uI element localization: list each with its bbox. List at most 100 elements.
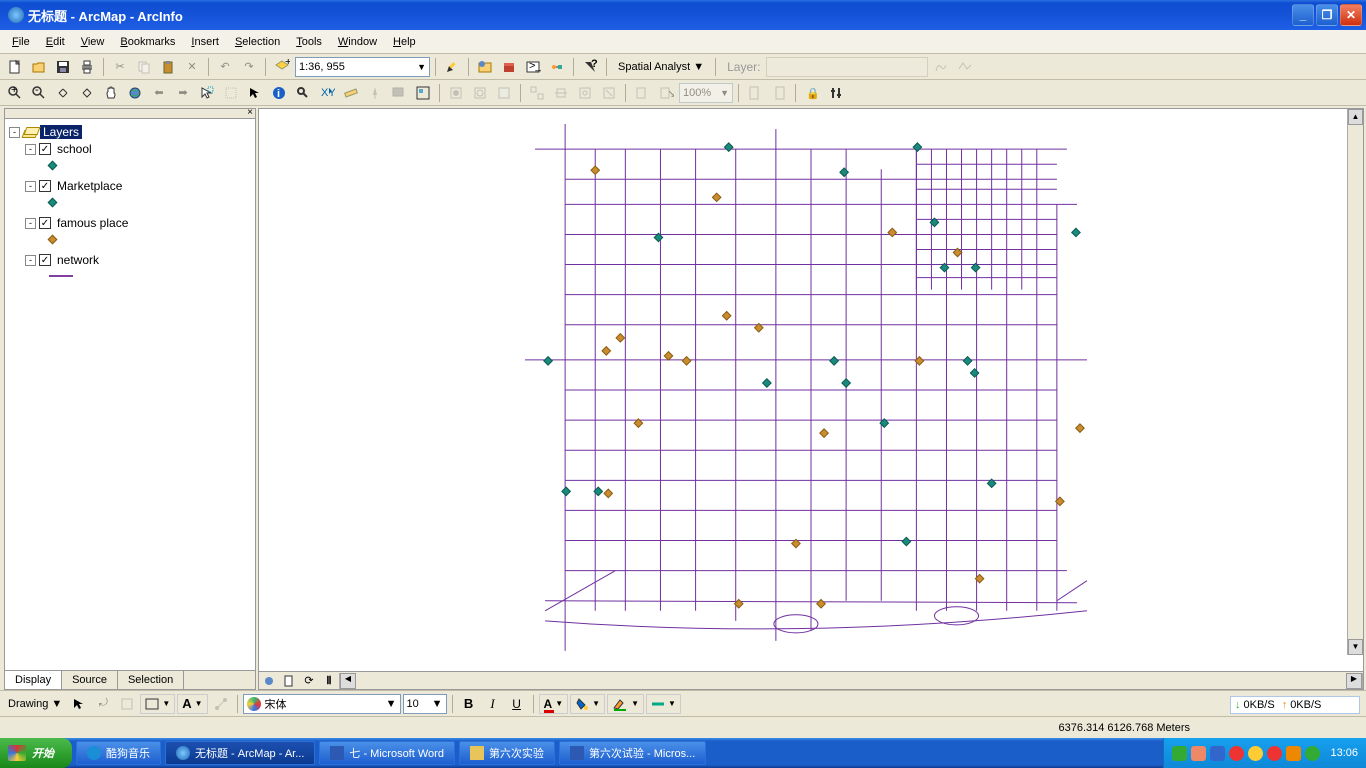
lock-icon[interactable]: 🔒 <box>801 82 823 104</box>
clear-selection-icon[interactable] <box>220 82 242 104</box>
contour-icon[interactable] <box>954 56 976 78</box>
rotate-icon[interactable]: ⤾ <box>92 693 114 715</box>
next-extent-icon[interactable]: ➡ <box>172 82 194 104</box>
clock[interactable]: 13:06 <box>1330 747 1358 759</box>
zoom-to-selected-icon[interactable] <box>116 693 138 715</box>
vertical-scrollbar[interactable]: ▲ ▼ <box>1347 109 1363 655</box>
tray-icon[interactable] <box>1172 746 1187 761</box>
rectangle-tool[interactable]: ▼ <box>140 694 175 714</box>
expand-icon[interactable]: - <box>25 218 36 229</box>
measure-icon[interactable] <box>340 82 362 104</box>
effects-1-icon[interactable] <box>445 82 467 104</box>
fixed-zoom-out-icon[interactable] <box>76 82 98 104</box>
delete-icon[interactable]: ✕ <box>181 56 203 78</box>
start-button[interactable]: 开始 <box>0 738 72 768</box>
prev-extent-icon[interactable]: ⬅ <box>148 82 170 104</box>
task-word1[interactable]: 七 - Microsoft Word <box>319 741 455 765</box>
hyperlink-icon[interactable] <box>364 82 386 104</box>
menu-view[interactable]: View <box>73 33 113 51</box>
data-view-icon[interactable] <box>261 674 277 688</box>
tray-icon[interactable] <box>1210 746 1225 761</box>
layer-famous-place[interactable]: famous place <box>55 216 130 230</box>
toc-tree[interactable]: - Layers - ✓ school - ✓ Marketplace - ✓ … <box>5 119 255 670</box>
toc-tab-source[interactable]: Source <box>62 671 118 689</box>
layer-school[interactable]: school <box>55 142 94 156</box>
page-next-icon[interactable] <box>768 82 790 104</box>
open-icon[interactable] <box>28 56 50 78</box>
toc-root-label[interactable]: Layers <box>40 125 82 139</box>
layer-combo[interactable] <box>766 57 928 77</box>
horizontal-scrollbar[interactable]: ◀▶ <box>339 673 1363 689</box>
tray-icon[interactable] <box>1248 746 1263 761</box>
expand-icon[interactable]: - <box>9 127 20 138</box>
menu-edit[interactable]: Edit <box>38 33 73 51</box>
find-icon[interactable] <box>292 82 314 104</box>
new-icon[interactable] <box>4 56 26 78</box>
marker-color-icon[interactable]: ▼ <box>646 694 681 714</box>
layer-network[interactable]: network <box>55 253 101 267</box>
menu-selection[interactable]: Selection <box>227 33 288 51</box>
layer-checkbox[interactable]: ✓ <box>39 180 51 192</box>
tray-icon[interactable] <box>1305 746 1320 761</box>
task-folder[interactable]: 第六次实验 <box>459 741 555 765</box>
add-data-icon[interactable]: + <box>271 56 293 78</box>
select-elements-icon[interactable] <box>68 693 90 715</box>
underline-icon[interactable]: U <box>506 693 528 715</box>
histogram-icon[interactable] <box>930 56 952 78</box>
arccatalog-icon[interactable] <box>474 56 496 78</box>
refresh-icon[interactable]: ⟳ <box>301 674 317 688</box>
pan-icon[interactable] <box>100 82 122 104</box>
save-icon[interactable] <box>52 56 74 78</box>
menu-file[interactable]: File <box>4 33 38 51</box>
editor-toolbar-icon[interactable] <box>441 56 463 78</box>
select-elements-icon[interactable] <box>244 82 266 104</box>
georef-3-icon[interactable] <box>574 82 596 104</box>
edit-vertices-icon[interactable] <box>210 693 232 715</box>
font-size-combo[interactable]: 10▼ <box>403 694 447 714</box>
scale-combo[interactable]: 1:36, 955▼ <box>295 57 430 77</box>
goto-xy-icon[interactable]: XY <box>316 82 338 104</box>
effects-3-icon[interactable] <box>493 82 515 104</box>
menu-help[interactable]: Help <box>385 33 424 51</box>
menu-insert[interactable]: Insert <box>183 33 227 51</box>
adjust-icon[interactable] <box>825 82 847 104</box>
expand-icon[interactable]: - <box>25 144 36 155</box>
layer-checkbox[interactable]: ✓ <box>39 217 51 229</box>
paste-icon[interactable] <box>157 56 179 78</box>
layer-checkbox[interactable]: ✓ <box>39 254 51 266</box>
html-popup-icon[interactable] <box>388 82 410 104</box>
viewer-window-icon[interactable] <box>412 82 434 104</box>
tray-icon[interactable] <box>1267 746 1282 761</box>
task-word2[interactable]: 第六次试验 - Micros... <box>559 741 706 765</box>
tray-icon[interactable] <box>1286 746 1301 761</box>
georef-2-icon[interactable] <box>550 82 572 104</box>
toc-close-icon[interactable]: × <box>247 107 253 118</box>
italic-icon[interactable]: I <box>482 693 504 715</box>
help-icon[interactable]: ? <box>579 56 601 78</box>
spatial-analyst-menu[interactable]: Spatial Analyst ▼ <box>612 61 710 73</box>
pause-icon[interactable]: Ⅱ <box>321 674 337 688</box>
command-line-icon[interactable]: >_ <box>522 56 544 78</box>
tray-icon[interactable] <box>1229 746 1244 761</box>
arctoolbox-icon[interactable] <box>498 56 520 78</box>
zoom-out-icon[interactable]: - <box>28 82 50 104</box>
bold-icon[interactable]: B <box>458 693 480 715</box>
expand-icon[interactable]: - <box>25 255 36 266</box>
page-prev-icon[interactable] <box>744 82 766 104</box>
undo-icon[interactable]: ↶ <box>214 56 236 78</box>
zoom-pct-combo[interactable]: 100%▼ <box>679 83 733 103</box>
identify-icon[interactable]: i <box>268 82 290 104</box>
font-color-icon[interactable]: A▼ <box>539 694 569 714</box>
menu-bookmarks[interactable]: Bookmarks <box>112 33 183 51</box>
copy-icon[interactable] <box>133 56 155 78</box>
georef-4-icon[interactable] <box>598 82 620 104</box>
menu-window[interactable]: Window <box>330 33 385 51</box>
layout-zoom-in-icon[interactable] <box>631 82 653 104</box>
fill-color-icon[interactable]: ▼ <box>570 694 605 714</box>
line-color-icon[interactable]: ▼ <box>607 694 644 714</box>
font-combo[interactable]: 宋体▼ <box>243 694 401 714</box>
layer-checkbox[interactable]: ✓ <box>39 143 51 155</box>
tray-icon[interactable] <box>1191 746 1206 761</box>
model-builder-icon[interactable] <box>546 56 568 78</box>
map-view[interactable]: ▲ ▼ <box>258 108 1364 672</box>
